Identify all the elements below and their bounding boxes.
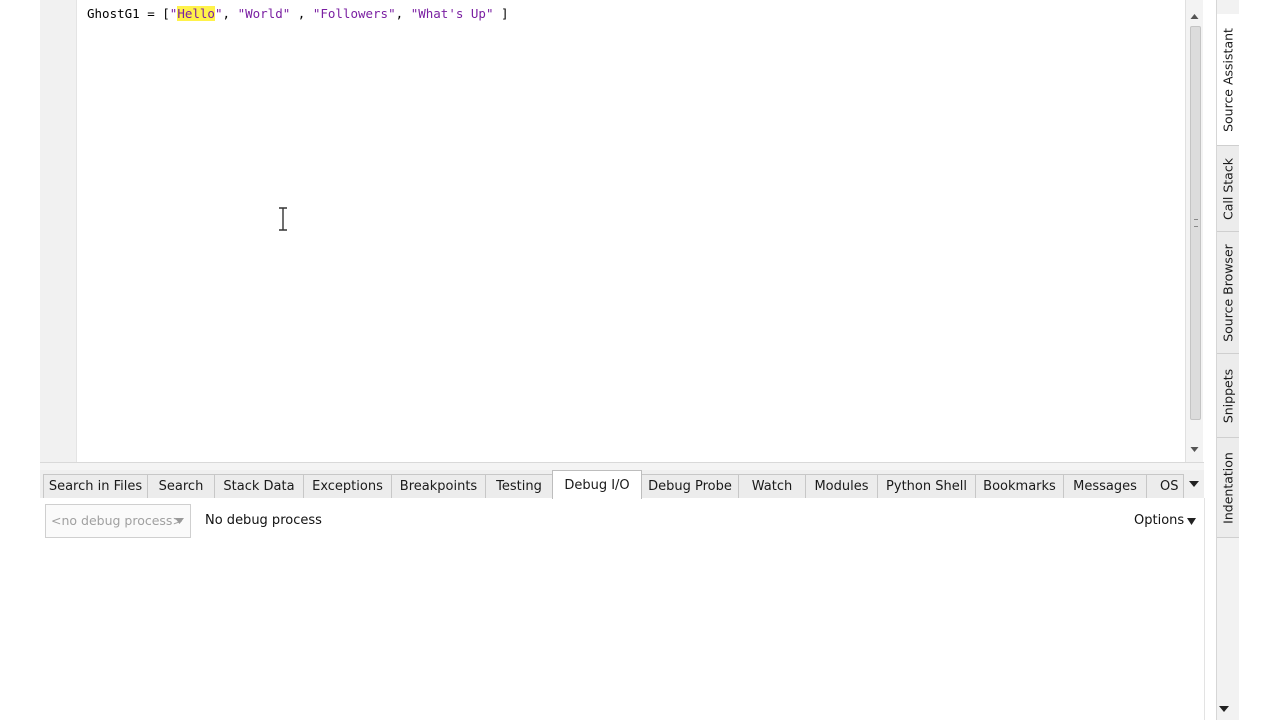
editor-vertical-scrollbar[interactable] <box>1185 0 1203 462</box>
code-string-quote: " <box>214 6 223 21</box>
tab-search-in-files[interactable]: Search in Files <box>43 474 148 498</box>
bottom-tool-tabs: Search in Files Search Stack Data Except… <box>40 470 1204 499</box>
tab-list-dropdown-icon[interactable] <box>1186 476 1202 492</box>
tab-debug-io[interactable]: Debug I/O <box>552 470 642 499</box>
code-string: "Followers" <box>312 6 396 21</box>
tab-bookmarks[interactable]: Bookmarks <box>975 474 1064 498</box>
code-line-1[interactable]: GhostG1 = ["Hello", "World" , "Followers… <box>87 6 509 21</box>
code-operator: = [ <box>139 6 170 21</box>
code-separator: , <box>290 6 313 21</box>
tab-call-stack-label: Call Stack <box>1220 157 1236 220</box>
tab-debug-probe[interactable]: Debug Probe <box>641 474 739 498</box>
tab-call-stack[interactable]: Call Stack <box>1217 146 1239 232</box>
tab-testing[interactable]: Testing <box>485 474 553 498</box>
tab-stack-data[interactable]: Stack Data <box>214 474 304 498</box>
code-bracket: ] <box>493 6 509 21</box>
scroll-down-icon[interactable] <box>1186 441 1203 458</box>
tab-python-shell[interactable]: Python Shell <box>877 474 976 498</box>
tab-breakpoints[interactable]: Breakpoints <box>391 474 486 498</box>
code-separator: , <box>395 6 411 21</box>
debug-process-select-value: <no debug process> <box>51 513 183 528</box>
code-editor[interactable]: GhostG1 = ["Hello", "World" , "Followers… <box>40 0 1185 462</box>
window-left-margin <box>0 0 40 720</box>
tab-watch[interactable]: Watch <box>738 474 806 498</box>
code-string-highlighted: Hello <box>177 6 215 21</box>
tab-indentation[interactable]: Indentation <box>1217 438 1239 538</box>
right-tool-sidebar: Source Assistant Call Stack Source Brows… <box>1216 0 1240 720</box>
tab-snippets[interactable]: Snippets <box>1217 354 1239 438</box>
tab-messages[interactable]: Messages <box>1063 474 1147 498</box>
tab-os-truncated[interactable]: OS <box>1146 474 1184 498</box>
grip-icon <box>1194 219 1198 227</box>
tab-source-browser-label: Source Browser <box>1220 243 1236 342</box>
debug-io-panel: <no debug process> No debug process Opti… <box>40 498 1204 720</box>
code-string: "What's Up" <box>410 6 494 21</box>
editor-line-margin <box>40 0 77 462</box>
code-string: "World" <box>237 6 291 21</box>
chevron-down-icon[interactable] <box>1187 518 1196 525</box>
tab-source-assistant-label: Source Assistant <box>1220 27 1236 132</box>
text-cursor-icon <box>279 207 287 231</box>
scroll-down-icon[interactable] <box>1218 703 1230 715</box>
tab-snippets-label: Snippets <box>1220 368 1236 423</box>
tab-modules[interactable]: Modules <box>805 474 878 498</box>
tab-source-browser[interactable]: Source Browser <box>1217 232 1239 354</box>
window-right-margin <box>1239 0 1280 720</box>
tab-source-assistant[interactable]: Source Assistant <box>1217 14 1239 146</box>
code-identifier: GhostG1 <box>87 6 140 21</box>
scroll-up-icon[interactable] <box>1186 8 1203 25</box>
editor-scroll-thumb[interactable] <box>1190 26 1201 420</box>
tab-exceptions[interactable]: Exceptions <box>303 474 392 498</box>
code-separator: , <box>222 6 238 21</box>
debug-process-select[interactable]: <no debug process> <box>45 504 191 538</box>
chevron-down-icon <box>175 518 184 524</box>
tab-search[interactable]: Search <box>147 474 215 498</box>
debug-status-text: No debug process <box>205 513 322 528</box>
tab-indentation-label: Indentation <box>1220 451 1236 524</box>
options-menu-button[interactable]: Options <box>1134 513 1184 528</box>
